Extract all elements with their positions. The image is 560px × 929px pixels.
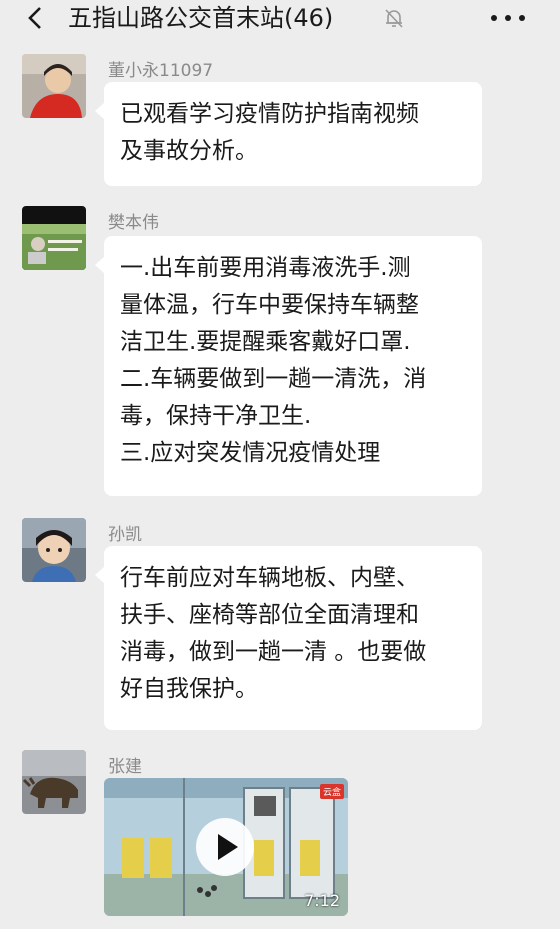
- message-line: 行车前应对车辆地板、内壁、: [120, 565, 419, 591]
- message-line: 一.出车前要用消毒液洗手.测: [120, 255, 411, 281]
- chat-title: 五指山路公交首末站(46): [68, 4, 334, 32]
- message-line: 消毒，做到一趟一清 。也要做: [120, 639, 427, 665]
- avatar[interactable]: [22, 54, 86, 118]
- sender-name: 张建: [108, 757, 142, 777]
- message-bubble[interactable]: 一.出车前要用消毒液洗手.测 量体温，行车中要保持车辆整 洁卫生.要提醒乘客戴好…: [95, 236, 482, 496]
- message-line: 洁卫生.要提醒乘客戴好口罩.: [120, 329, 411, 355]
- message-line: 好自我保护。: [120, 676, 258, 702]
- chevron-left-icon[interactable]: [22, 4, 50, 32]
- message-bubble[interactable]: 行车前应对车辆地板、内壁、 扶手、座椅等部位全面清理和 消毒，做到一趟一清 。也…: [95, 546, 482, 730]
- message-line: 毒，保持干净卫生.: [120, 403, 312, 429]
- message-bubble[interactable]: 已观看学习疫情防护指南视频 及事故分析。: [95, 82, 482, 186]
- bell-muted-icon: [385, 9, 403, 28]
- message-line: 已观看学习疫情防护指南视频: [120, 101, 419, 127]
- sender-name: 孙凯: [108, 525, 142, 545]
- play-icon: [218, 834, 238, 860]
- avatar[interactable]: [22, 750, 86, 814]
- video-badge: 云盒: [319, 784, 344, 799]
- message-line: 扶手、座椅等部位全面清理和: [120, 602, 419, 628]
- message-line: 量体温，行车中要保持车辆整: [120, 292, 419, 318]
- sender-name: 董小永11097: [108, 61, 214, 81]
- message-line: 及事故分析。: [120, 138, 258, 164]
- message-line: 三.应对突发情况疫情处理: [120, 440, 381, 466]
- video-duration: 7:12: [304, 891, 340, 910]
- sender-name: 樊本伟: [108, 213, 159, 233]
- avatar[interactable]: [22, 206, 86, 270]
- chat-header: 五指山路公交首末站(46): [0, 0, 560, 36]
- play-button[interactable]: [196, 818, 254, 876]
- more-dots-icon[interactable]: [490, 14, 526, 22]
- message-line: 二.车辆要做到一趟一清洗，消: [120, 366, 427, 392]
- avatar[interactable]: [22, 518, 86, 582]
- video-message[interactable]: 云盒 7:12: [104, 778, 348, 916]
